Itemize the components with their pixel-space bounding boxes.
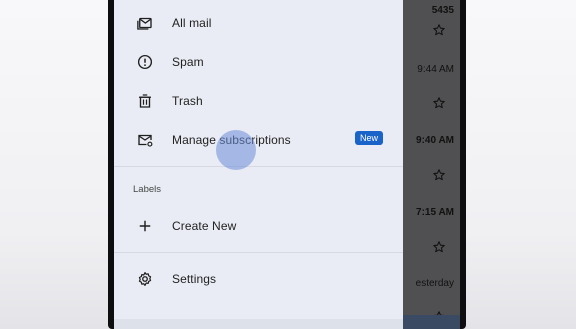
all-mail-icon [136,14,154,32]
drawer-item-label: Create New [172,219,237,233]
new-badge: New [354,131,383,145]
drawer-item-spam[interactable]: Spam [114,44,403,80]
gear-icon [136,270,154,288]
drawer-item-label: All mail [172,16,212,30]
drawer-item-label: Settings [172,272,217,286]
divider [114,252,403,253]
spam-icon [136,53,154,71]
manage-subscriptions-icon [136,131,154,149]
star-icon[interactable] [432,168,446,182]
drawer-item-all-mail[interactable]: All mail [114,5,403,41]
email-time: esterday [415,278,454,289]
compose-fab-edge [400,315,460,329]
labels-section-header: Labels [133,184,161,195]
touch-indicator [216,130,256,170]
phone-screen: 5435 9:44 AM 9:40 AM 7:15 AM esterday Al… [114,0,460,329]
drawer-item-settings[interactable]: Settings [114,261,403,297]
navigation-drawer: All mail Spam Trash Manage subscriptions… [114,0,403,329]
drawer-item-label: Spam [172,55,204,69]
star-icon[interactable] [432,23,446,37]
trash-icon [136,92,154,110]
drawer-item-label: Trash [172,94,203,108]
drawer-item-trash[interactable]: Trash [114,83,403,119]
email-time: 9:40 AM [416,135,454,146]
email-time: 5435 [431,5,454,16]
plus-icon [136,217,154,235]
email-time: 9:44 AM [417,64,454,75]
divider [114,166,403,167]
star-icon[interactable] [432,96,446,110]
star-icon[interactable] [432,240,446,254]
drawer-bottom-edge [114,319,403,329]
drawer-item-create-new[interactable]: Create New [114,208,403,244]
drawer-item-manage-subscriptions[interactable]: Manage subscriptions New [114,122,403,158]
email-time: 7:15 AM [416,207,454,218]
